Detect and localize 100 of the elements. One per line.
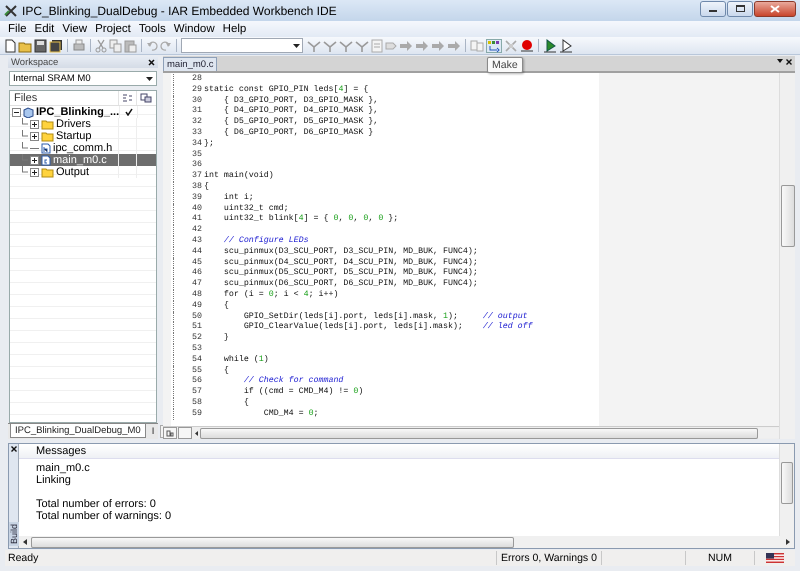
maximize-button[interactable] bbox=[727, 0, 753, 16]
expand-icon[interactable] bbox=[30, 132, 39, 140]
windows-icon[interactable] bbox=[140, 93, 152, 103]
tree-item[interactable]: Startup bbox=[10, 130, 156, 142]
file-icon bbox=[41, 142, 51, 154]
code-line: { bbox=[242, 398, 249, 409]
code-line: }; bbox=[204, 138, 214, 150]
file-icon bbox=[41, 154, 51, 166]
line-number: 39 bbox=[173, 192, 204, 204]
panel-tab[interactable]: Build bbox=[8, 522, 18, 546]
menu-item[interactable]: Window bbox=[170, 23, 219, 35]
line-number: 49 bbox=[173, 300, 204, 312]
build-summary: Errors 0, Warnings 0 bbox=[500, 552, 598, 564]
tree-item[interactable]: IPC_Blinking_... bbox=[10, 106, 156, 118]
line-number: 54 bbox=[173, 354, 204, 366]
tree-item[interactable]: main_m0.c bbox=[10, 154, 156, 166]
scissors-icon[interactable] bbox=[95, 38, 107, 52]
printer-icon[interactable] bbox=[72, 38, 86, 52]
code-line: GPIO_SetDir(leds[i].port, leds[i].mask, 1); // output bbox=[242, 312, 528, 322]
save-icon[interactable] bbox=[34, 38, 47, 52]
tree-item[interactable]: Output bbox=[10, 166, 156, 178]
code-line: uint32_t blink[4] = { 0, 0, 0, 0 }; bbox=[222, 214, 398, 226]
menu-item[interactable]: Help bbox=[218, 23, 250, 35]
line-number: 58 bbox=[173, 398, 204, 409]
expand-icon[interactable] bbox=[30, 156, 39, 164]
code-line: { D3_GPIO_PORT, D3_GPIO_MASK }, bbox=[222, 96, 378, 106]
right-arrow-icon[interactable] bbox=[786, 539, 790, 545]
tree-item[interactable]: Drivers bbox=[10, 118, 156, 130]
left-arrow-icon[interactable] bbox=[193, 430, 200, 436]
code-line: scu_pinmux(D3_SCU_PORT, D3_SCU_PIN, MD_BUK, FUNC4); bbox=[222, 246, 478, 258]
line-number: 31 bbox=[173, 106, 204, 118]
minimize-button[interactable] bbox=[700, 0, 726, 16]
circle-dot-icon[interactable] bbox=[520, 38, 534, 52]
code-line: { D4_GPIO_PORT, D4_GPIO_MASK }, bbox=[222, 106, 378, 117]
code-line: scu_pinmux(D6_SCU_PORT, D6_SCU_PIN, MD_BUK, FUNC4); bbox=[222, 279, 478, 290]
line-number: 46 bbox=[173, 268, 204, 280]
line-number: 30 bbox=[173, 96, 204, 106]
clipboard-icon[interactable] bbox=[124, 38, 137, 52]
workspace-tab[interactable]: I bbox=[146, 424, 160, 439]
sort-lines-icon[interactable] bbox=[122, 93, 133, 103]
menu-item[interactable]: Project bbox=[91, 23, 135, 35]
line-number: 42 bbox=[173, 225, 204, 236]
line-number: 40 bbox=[173, 204, 204, 214]
code-line: GPIO_ClearValue(leds[i].port, leds[i].mask); // led off bbox=[242, 322, 533, 334]
editor-tab[interactable]: main_m0.c bbox=[163, 57, 218, 71]
close-icon[interactable] bbox=[10, 446, 16, 452]
line-number: 56 bbox=[173, 376, 204, 388]
line-number: 47 bbox=[173, 279, 204, 290]
close-icon bbox=[770, 4, 780, 12]
outline-arrow-icon[interactable] bbox=[559, 38, 573, 52]
code-line: // Configure LEDs bbox=[222, 236, 309, 247]
menu-item[interactable]: Edit bbox=[30, 23, 58, 35]
message-line: Total number of warnings: 0 bbox=[36, 510, 172, 522]
message-line: Linking bbox=[36, 474, 72, 486]
close-button[interactable] bbox=[754, 0, 796, 16]
dropdown-caret-icon[interactable] bbox=[777, 59, 783, 64]
expand-icon[interactable] bbox=[30, 120, 39, 128]
line-number: 59 bbox=[173, 408, 204, 420]
menu-item[interactable]: File bbox=[4, 23, 31, 35]
menu-item[interactable]: Tools bbox=[134, 23, 170, 35]
dropdown-caret-icon bbox=[293, 44, 300, 48]
close-icon[interactable] bbox=[148, 58, 155, 66]
folder-icon bbox=[41, 130, 54, 142]
message-line: main_m0.c bbox=[36, 462, 91, 474]
status-text: Ready bbox=[7, 552, 40, 564]
line-number: 53 bbox=[173, 344, 204, 355]
line-number: 41 bbox=[173, 214, 204, 226]
line-number: 45 bbox=[173, 258, 204, 268]
code-line: { D5_GPIO_PORT, D5_GPIO_MASK }, bbox=[222, 117, 378, 128]
line-number: 29 bbox=[173, 84, 204, 96]
save-all-icon[interactable] bbox=[49, 38, 63, 52]
folder-icon bbox=[41, 118, 54, 130]
line-number: 43 bbox=[173, 236, 204, 247]
menu-item[interactable]: View bbox=[58, 23, 92, 35]
code-line: // Check for command bbox=[242, 376, 344, 387]
colored-blocks-icon[interactable] bbox=[486, 38, 502, 52]
vertical-scrollbar[interactable] bbox=[779, 444, 794, 536]
code-line: int main(void) bbox=[204, 171, 274, 182]
copy-icon[interactable] bbox=[109, 38, 122, 52]
code-line: if ((cmd = CMD_M4) != 0) bbox=[242, 387, 364, 398]
line-number: 50 bbox=[173, 312, 204, 322]
vertical-scrollbar[interactable] bbox=[779, 73, 795, 439]
column-header: Files bbox=[14, 92, 38, 104]
code-line: { bbox=[204, 182, 209, 193]
line-number: 37 bbox=[173, 171, 204, 182]
close-icon[interactable] bbox=[786, 59, 792, 65]
collapse-icon[interactable] bbox=[12, 108, 21, 116]
dropdown-caret-icon bbox=[146, 76, 153, 80]
split-view-icon[interactable] bbox=[166, 430, 174, 436]
column-header: Messages bbox=[19, 444, 779, 459]
workspace-tab[interactable]: IPC_Blinking_DualDebug_M0 bbox=[10, 424, 146, 438]
code-line: } bbox=[222, 333, 229, 344]
code-line: int i; bbox=[222, 192, 254, 204]
line-number: 33 bbox=[173, 128, 204, 139]
play-arrow-icon[interactable] bbox=[543, 38, 557, 52]
code-line: uint32_t cmd; bbox=[222, 204, 289, 214]
new-file-icon[interactable] bbox=[4, 38, 16, 52]
expand-icon[interactable] bbox=[30, 168, 39, 176]
configuration-dropdown[interactable]: Internal SRAM M0 bbox=[9, 71, 157, 86]
left-arrow-icon[interactable] bbox=[23, 539, 27, 545]
